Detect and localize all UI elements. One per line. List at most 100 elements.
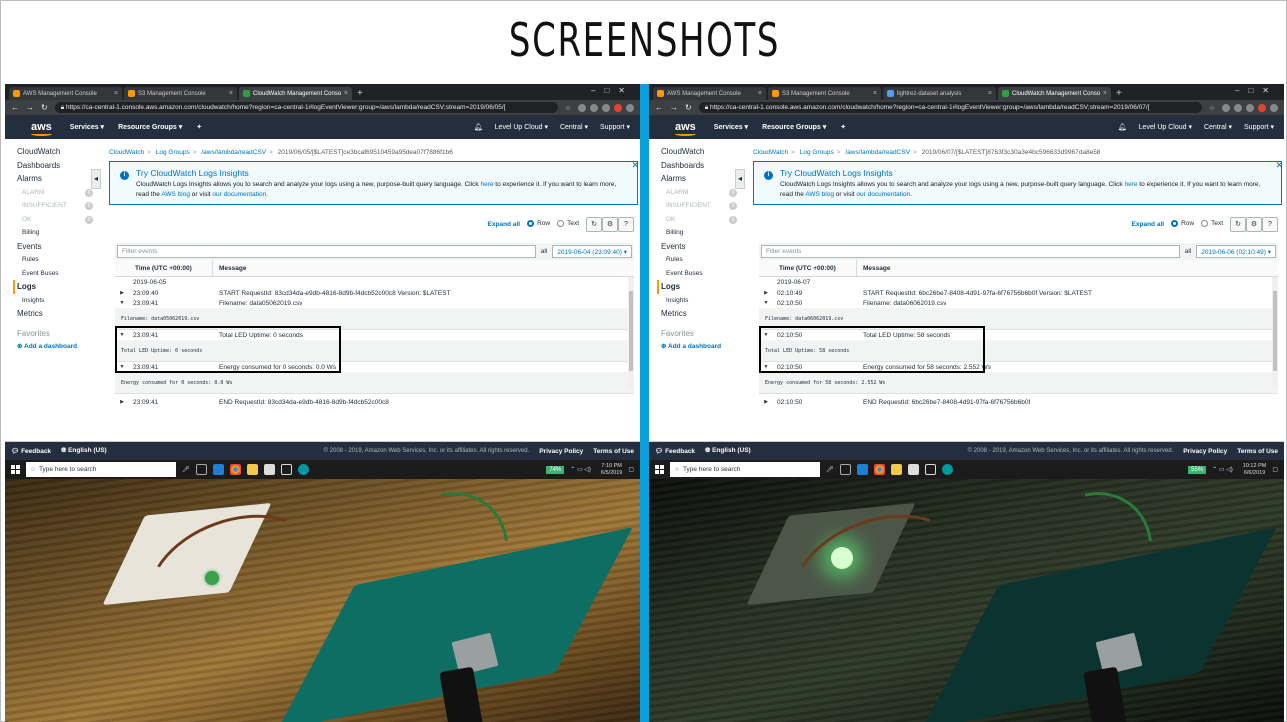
windows-start-icon[interactable]: [655, 465, 664, 474]
url-field[interactable]: 🔒︎ https://ca-central-1.console.aws.amaz…: [698, 102, 1203, 113]
table-row[interactable]: ▼ 23:09:41 Filename: data05062019.csv: [115, 298, 634, 308]
notifications-icon[interactable]: ▢: [1272, 466, 1278, 473]
clock[interactable]: 7:10 PM 6/5/2019: [601, 463, 622, 477]
mail-icon[interactable]: [924, 464, 936, 475]
sidebar-item-insights[interactable]: Insights: [17, 294, 97, 308]
table-row[interactable]: ▼ 23:09:41 Energy consumed for 0 seconds: …: [115, 362, 634, 372]
window-controls[interactable]: –□✕: [591, 86, 634, 95]
sidebar-item-dashboards[interactable]: Dashboards: [17, 159, 97, 173]
sidebar-item-dashboards[interactable]: Dashboards: [661, 159, 741, 173]
breadcrumb-log-group[interactable]: /aws/lambda/readCSV: [201, 149, 266, 156]
resource-groups-menu[interactable]: Resource Groups ▾: [118, 123, 182, 131]
resource-groups-menu[interactable]: Resource Groups ▾: [762, 123, 826, 131]
arduino-icon[interactable]: [297, 464, 309, 475]
aws-logo[interactable]: aws: [675, 121, 696, 136]
file-explorer-icon[interactable]: [246, 464, 258, 475]
sidebar-item-alarms[interactable]: Alarms: [661, 172, 741, 186]
url-field[interactable]: 🔒︎ https://ca-central-1.console.aws.amaz…: [54, 102, 559, 113]
reload-icon[interactable]: ↻: [41, 103, 48, 112]
forward-icon[interactable]: →: [670, 103, 678, 112]
aws-logo[interactable]: aws: [31, 121, 52, 136]
back-icon[interactable]: ←: [11, 103, 19, 112]
table-row[interactable]: ▶ 02:10:50 END RequestId: 6bc26be7-8408-4d…: [759, 397, 1278, 407]
table-row[interactable]: ▼ 02:10:50 Filename: data06062019.csv: [759, 298, 1278, 308]
bell-icon[interactable]: 🔔︎: [474, 123, 483, 131]
tab-close-icon[interactable]: ×: [758, 90, 762, 97]
date-range-picker[interactable]: 2019-06-04 (23:09:40) ▾: [552, 245, 632, 258]
expand-icon[interactable]: ▶: [115, 399, 129, 405]
browser-tab[interactable]: AWS Management Console ×: [653, 87, 766, 100]
sidebar-item-alarms[interactable]: Alarms: [17, 172, 97, 186]
documentation-link[interactable]: our documentation.: [212, 191, 268, 198]
star-icon[interactable]: ☆: [1209, 104, 1215, 112]
pin-icon[interactable]: ✦: [196, 123, 202, 131]
refresh-icon[interactable]: ↻: [586, 216, 602, 232]
sidebar-item-logs[interactable]: Logs: [13, 280, 97, 294]
battery-indicator[interactable]: 74%: [546, 465, 565, 474]
sidebar-item-logs[interactable]: Logs: [657, 280, 741, 294]
browser-tab[interactable]: S3 Management Console ×: [768, 87, 881, 100]
sidebar-item-rules[interactable]: Rules: [661, 253, 741, 267]
feedback-link[interactable]: 💬︎ Feedback: [11, 447, 51, 455]
sidebar-item-events[interactable]: Events: [17, 240, 97, 254]
reload-icon[interactable]: ↻: [685, 103, 692, 112]
row-radio[interactable]: Row: [527, 220, 550, 228]
new-tab-button[interactable]: +: [357, 87, 363, 100]
new-tab-button[interactable]: +: [1116, 87, 1122, 100]
expand-all-link[interactable]: Expand all: [1132, 221, 1165, 228]
browser-tab[interactable]: CloudWatch Management Conso ×: [998, 87, 1111, 100]
sidebar-item-metrics[interactable]: Metrics: [661, 307, 741, 321]
privacy-link[interactable]: Privacy Policy: [539, 448, 583, 455]
taskbar-search[interactable]: ○ Type here to search: [670, 462, 820, 477]
table-row[interactable]: ▼ 02:10:50 Total LED Uptime: 58 seconds: [759, 330, 1278, 340]
notifications-icon[interactable]: ▢: [628, 466, 634, 473]
scrollbar[interactable]: [628, 277, 634, 387]
collapse-icon[interactable]: ▼: [759, 364, 773, 370]
sidebar-item-insights[interactable]: Insights: [661, 294, 741, 308]
arduino-icon[interactable]: [941, 464, 953, 475]
chrome-icon[interactable]: [873, 464, 885, 475]
table-row[interactable]: ▶ 02:10:49 START RequestId: 6bc26be7-8408-…: [759, 288, 1278, 298]
expand-icon[interactable]: ▶: [115, 290, 129, 296]
store-icon[interactable]: [263, 464, 275, 475]
task-view-icon[interactable]: [195, 464, 207, 475]
sidebar-item-event-buses[interactable]: Event Buses: [661, 267, 741, 281]
terms-link[interactable]: Terms of Use: [1237, 448, 1278, 455]
windows-start-icon[interactable]: [11, 465, 20, 474]
support-menu[interactable]: Support ▾: [1244, 123, 1274, 131]
task-view-icon[interactable]: [839, 464, 851, 475]
edge-icon[interactable]: [212, 464, 224, 475]
sidebar-item-events[interactable]: Events: [661, 240, 741, 254]
mic-icon[interactable]: 🎤︎: [826, 466, 834, 473]
expand-icon[interactable]: ▼: [115, 300, 129, 306]
aws-blog-link[interactable]: AWS blog: [161, 191, 190, 198]
terms-link[interactable]: Terms of Use: [593, 448, 634, 455]
back-icon[interactable]: ←: [655, 103, 663, 112]
expand-icon[interactable]: ▶: [759, 290, 773, 296]
collapse-icon[interactable]: ▼: [115, 332, 129, 338]
help-icon[interactable]: ?: [618, 216, 634, 232]
sidebar-item-alarm[interactable]: ALARM 0: [661, 186, 741, 200]
filter-events-input[interactable]: Filter events: [761, 245, 1180, 258]
close-icon[interactable]: ✕: [631, 160, 639, 170]
table-row[interactable]: ▼ 02:10:50 Energy consumed for 58 seconds:…: [759, 362, 1278, 372]
account-menu[interactable]: Level Up Cloud ▾: [1139, 123, 1192, 131]
table-row[interactable]: ▶ 23:09:40 START RequestId: 83cd34da-e9db-…: [115, 288, 634, 298]
browser-tab[interactable]: AWS Management Console ×: [9, 87, 122, 100]
star-icon[interactable]: ☆: [565, 104, 571, 112]
collapse-icon[interactable]: ▼: [759, 332, 773, 338]
filter-events-input[interactable]: Filter events: [117, 245, 536, 258]
sidebar-item-billing[interactable]: Billing: [661, 226, 741, 240]
mic-icon[interactable]: 🎤︎: [182, 466, 190, 473]
sidebar-collapse-button[interactable]: ◂: [91, 169, 101, 189]
text-radio[interactable]: Text: [557, 220, 579, 228]
tab-close-icon[interactable]: ×: [344, 90, 348, 97]
browser-tab[interactable]: S3 Management Console ×: [124, 87, 237, 100]
language-selector[interactable]: 🌐︎ English (US): [61, 447, 107, 455]
extension-icons[interactable]: [1222, 103, 1278, 112]
sidebar-item-cloudwatch[interactable]: CloudWatch: [661, 145, 741, 159]
taskbar-search[interactable]: ○ Type here to search: [26, 462, 176, 477]
tab-close-icon[interactable]: ×: [873, 90, 877, 97]
text-radio[interactable]: Text: [1201, 220, 1223, 228]
chrome-icon[interactable]: [229, 464, 241, 475]
